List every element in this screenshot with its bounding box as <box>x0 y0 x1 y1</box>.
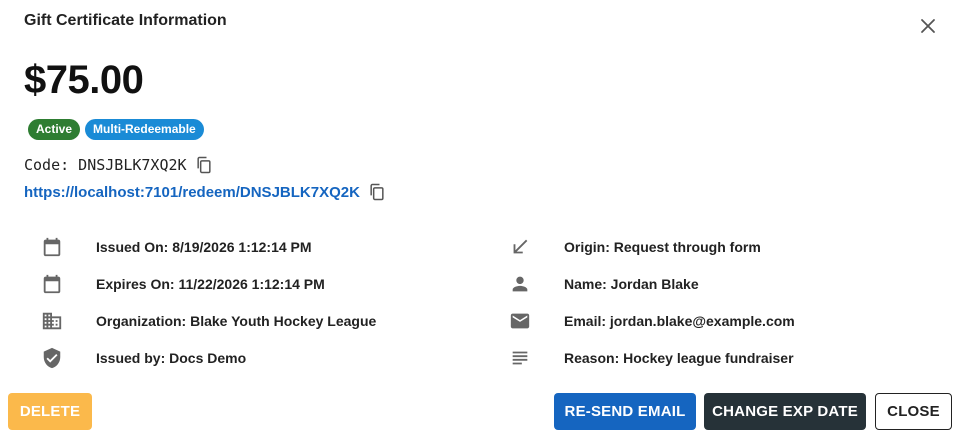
close-button[interactable]: CLOSE <box>875 393 952 430</box>
status-badge-active: Active <box>28 119 81 140</box>
redeem-url-link[interactable]: https://localhost:7101/redeem/DNSJBLK7XQ… <box>24 184 360 201</box>
close-icon[interactable] <box>916 14 940 38</box>
redeem-url-row: https://localhost:7101/redeem/DNSJBLK7XQ… <box>24 182 387 202</box>
certificate-code: Code: DNSJBLK7XQ2K <box>24 156 187 174</box>
detail-issued-on: Issued On: 8/19/2026 1:12:14 PM <box>41 236 312 258</box>
origin-text: Origin: Request through form <box>564 239 761 255</box>
name-text: Name: Jordan Blake <box>564 276 699 292</box>
status-badges: Active Multi-Redeemable <box>28 119 204 140</box>
delete-button[interactable]: DELETE <box>8 393 92 430</box>
detail-expires-on: Expires On: 11/22/2026 1:12:14 PM <box>41 273 325 295</box>
resend-email-button[interactable]: RE-SEND EMAIL <box>554 393 696 430</box>
calendar-icon <box>41 273 63 295</box>
detail-reason: Reason: Hockey league fundraiser <box>509 347 794 369</box>
detail-origin: Origin: Request through form <box>509 236 761 258</box>
certificate-code-row: Code: DNSJBLK7XQ2K <box>24 155 214 175</box>
detail-name: Name: Jordan Blake <box>509 273 699 295</box>
copy-code-icon[interactable] <box>194 155 214 175</box>
shield-check-icon <box>41 347 63 369</box>
person-icon <box>509 273 531 295</box>
subject-lines-icon <box>509 347 531 369</box>
calendar-icon <box>41 236 63 258</box>
building-icon <box>41 310 63 332</box>
certificate-amount: $75.00 <box>24 58 144 102</box>
expires-on-text: Expires On: 11/22/2026 1:12:14 PM <box>96 276 325 292</box>
copy-url-icon[interactable] <box>367 182 387 202</box>
issued-on-text: Issued On: 8/19/2026 1:12:14 PM <box>96 239 312 255</box>
email-text: Email: jordan.blake@example.com <box>564 313 795 329</box>
detail-issued-by: Issued by: Docs Demo <box>41 347 246 369</box>
detail-email: Email: jordan.blake@example.com <box>509 310 795 332</box>
organization-text: Organization: Blake Youth Hockey League <box>96 313 377 329</box>
dialog-title: Gift Certificate Information <box>24 12 227 29</box>
change-exp-date-button[interactable]: CHANGE EXP DATE <box>704 393 866 430</box>
reason-text: Reason: Hockey league fundraiser <box>564 350 794 366</box>
arrow-south-west-icon <box>509 236 531 258</box>
status-badge-multi-redeemable: Multi-Redeemable <box>85 119 204 140</box>
issued-by-text: Issued by: Docs Demo <box>96 350 247 366</box>
detail-organization: Organization: Blake Youth Hockey League <box>41 310 376 332</box>
mail-icon <box>509 310 531 332</box>
